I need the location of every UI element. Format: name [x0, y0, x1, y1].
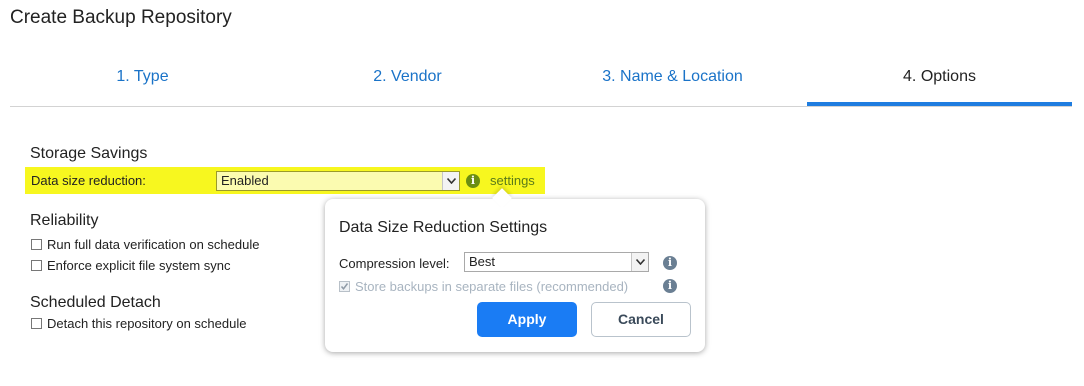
detach-schedule-label: Detach this repository on schedule: [47, 316, 247, 331]
fs-sync-label: Enforce explicit file system sync: [47, 258, 231, 273]
data-size-reduction-label: Data size reduction:: [31, 173, 146, 188]
checkbox-box[interactable]: [31, 239, 42, 250]
detach-schedule-checkbox[interactable]: Detach this repository on schedule: [31, 316, 246, 331]
tab-options[interactable]: 4. Options: [807, 58, 1072, 106]
cancel-button[interactable]: Cancel: [591, 302, 691, 337]
apply-button[interactable]: Apply: [477, 302, 577, 337]
checkbox-box[interactable]: [339, 281, 350, 292]
separate-files-checkbox[interactable]: Store backups in separate files (recomme…: [339, 279, 628, 294]
full-verification-label: Run full data verification on schedule: [47, 237, 260, 252]
info-icon[interactable]: i: [663, 256, 677, 270]
compression-level-label: Compression level:: [339, 256, 450, 271]
tab-vendor[interactable]: 2. Vendor: [275, 58, 540, 104]
separate-files-label: Store backups in separate files (recomme…: [355, 279, 629, 294]
checkmark-icon: [340, 283, 349, 290]
wizard-tabs: 1. Type 2. Vendor 3. Name & Location 4. …: [10, 58, 1072, 107]
settings-link[interactable]: settings: [490, 173, 535, 188]
storage-savings-heading: Storage Savings: [30, 145, 148, 162]
checkbox-box[interactable]: [31, 318, 42, 329]
fs-sync-checkbox[interactable]: Enforce explicit file system sync: [31, 258, 231, 273]
full-verification-checkbox[interactable]: Run full data verification on schedule: [31, 237, 259, 252]
data-size-reduction-select[interactable]: Enabled: [216, 171, 460, 191]
popup-title: Data Size Reduction Settings: [339, 219, 548, 236]
compression-level-select[interactable]: Best: [464, 252, 649, 272]
checkbox-box[interactable]: [31, 260, 42, 271]
tab-name-location[interactable]: 3. Name & Location: [540, 58, 805, 104]
reliability-heading: Reliability: [30, 212, 99, 229]
tab-type[interactable]: 1. Type: [10, 58, 275, 104]
info-icon[interactable]: i: [663, 279, 677, 293]
page-title: Create Backup Repository: [10, 7, 232, 28]
chevron-down-icon: [631, 253, 648, 271]
data-size-reduction-value: Enabled: [221, 173, 269, 188]
scheduled-detach-heading: Scheduled Detach: [30, 294, 161, 311]
chevron-down-icon: [442, 172, 459, 190]
compression-level-value: Best: [469, 254, 496, 269]
data-size-reduction-popup: Data Size Reduction Settings Compression…: [325, 199, 705, 352]
info-icon[interactable]: i: [466, 174, 480, 188]
